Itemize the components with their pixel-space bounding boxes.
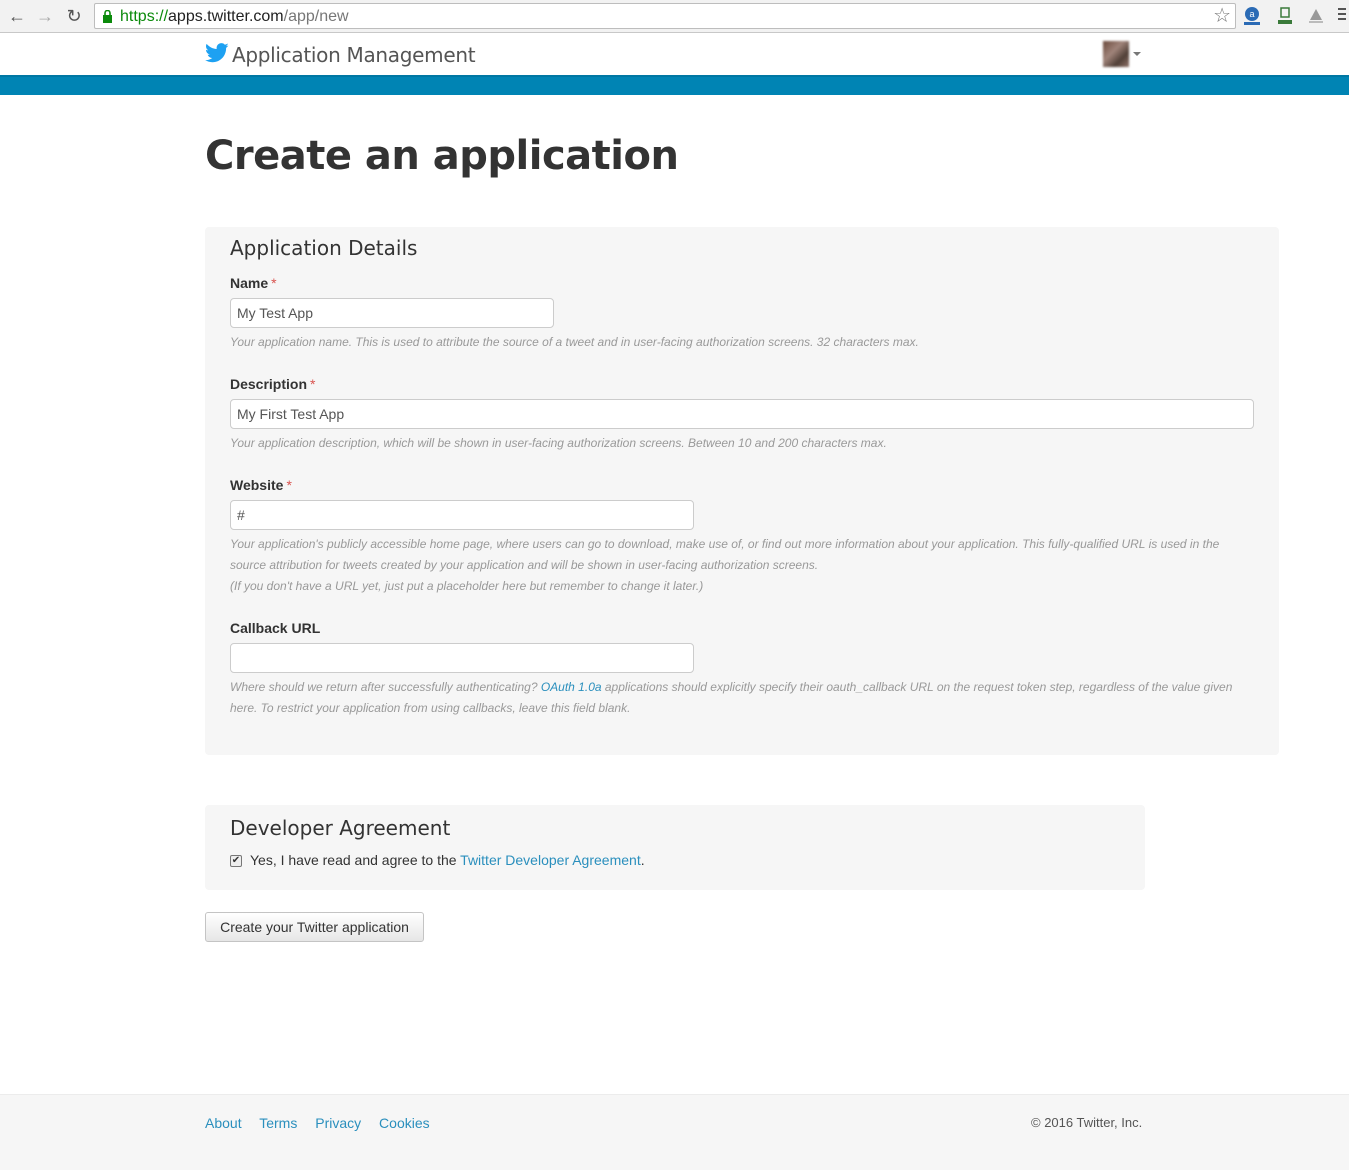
name-label: Name * (230, 275, 277, 291)
lock-icon (103, 10, 112, 23)
required-marker: * (310, 376, 316, 392)
extension-icon[interactable]: a (1243, 6, 1261, 26)
header-bar (0, 75, 1349, 95)
forward-arrow-icon[interactable]: → (34, 5, 56, 27)
svg-text:a: a (1249, 9, 1254, 19)
agree-label: Yes, I have read and agree to the Twitte… (250, 852, 645, 868)
app-header: Application Management (0, 34, 1349, 75)
chevron-down-icon[interactable] (1133, 52, 1141, 56)
app-title[interactable]: Application Management (232, 43, 476, 67)
website-help: Your application's publicly accessible h… (230, 537, 1220, 593)
application-details-panel: Application Details Name * My Test App Yo… (205, 227, 1279, 755)
website-label: Website * (230, 477, 292, 493)
required-marker: * (286, 477, 292, 493)
name-input[interactable]: My Test App (230, 298, 554, 328)
callback-help: Where should we return after successfull… (230, 680, 1233, 715)
extension-icon[interactable] (1307, 6, 1325, 26)
website-input[interactable]: # (230, 500, 694, 530)
callback-url-input[interactable] (230, 643, 694, 673)
footer-links: About Terms Privacy Cookies (205, 1115, 444, 1131)
menu-icon[interactable] (1338, 8, 1346, 23)
required-marker: * (271, 275, 277, 291)
footer-link-privacy[interactable]: Privacy (315, 1115, 361, 1131)
url-text: https://apps.twitter.com/app/new (120, 8, 349, 25)
description-label: Description * (230, 376, 316, 392)
copyright: © 2016 Twitter, Inc. (1031, 1115, 1143, 1130)
name-help: Your application name. This is used to a… (230, 335, 919, 349)
browser-toolbar: ← → ↻ https://apps.twitter.com/app/new ☆… (0, 0, 1349, 33)
developer-agreement-link[interactable]: Twitter Developer Agreement (460, 852, 641, 868)
oauth-link[interactable]: OAuth 1.0a (541, 680, 602, 694)
bookmark-star-icon[interactable]: ☆ (1213, 5, 1231, 27)
footer: About Terms Privacy Cookies © 2016 Twitt… (0, 1094, 1349, 1170)
address-bar[interactable]: https://apps.twitter.com/app/new ☆ (94, 3, 1236, 29)
footer-link-about[interactable]: About (205, 1115, 242, 1131)
footer-link-cookies[interactable]: Cookies (379, 1115, 430, 1131)
footer-link-terms[interactable]: Terms (259, 1115, 297, 1131)
twitter-bird-icon[interactable] (205, 43, 229, 63)
create-application-button[interactable]: Create your Twitter application (205, 912, 424, 942)
avatar[interactable] (1103, 41, 1129, 67)
description-input[interactable]: My First Test App (230, 399, 1254, 429)
reload-icon[interactable]: ↻ (63, 5, 85, 27)
callback-label: Callback URL (230, 620, 321, 636)
back-arrow-icon[interactable]: ← (6, 5, 28, 27)
description-help: Your application description, which will… (230, 436, 887, 450)
page-title: Create an application (205, 133, 679, 179)
section-title: Developer Agreement (230, 816, 451, 840)
section-title: Application Details (230, 236, 418, 260)
agree-checkbox[interactable]: ✔ (230, 855, 242, 867)
developer-agreement-panel: Developer Agreement ✔ Yes, I have read a… (205, 805, 1145, 890)
download-icon[interactable] (1276, 6, 1294, 26)
